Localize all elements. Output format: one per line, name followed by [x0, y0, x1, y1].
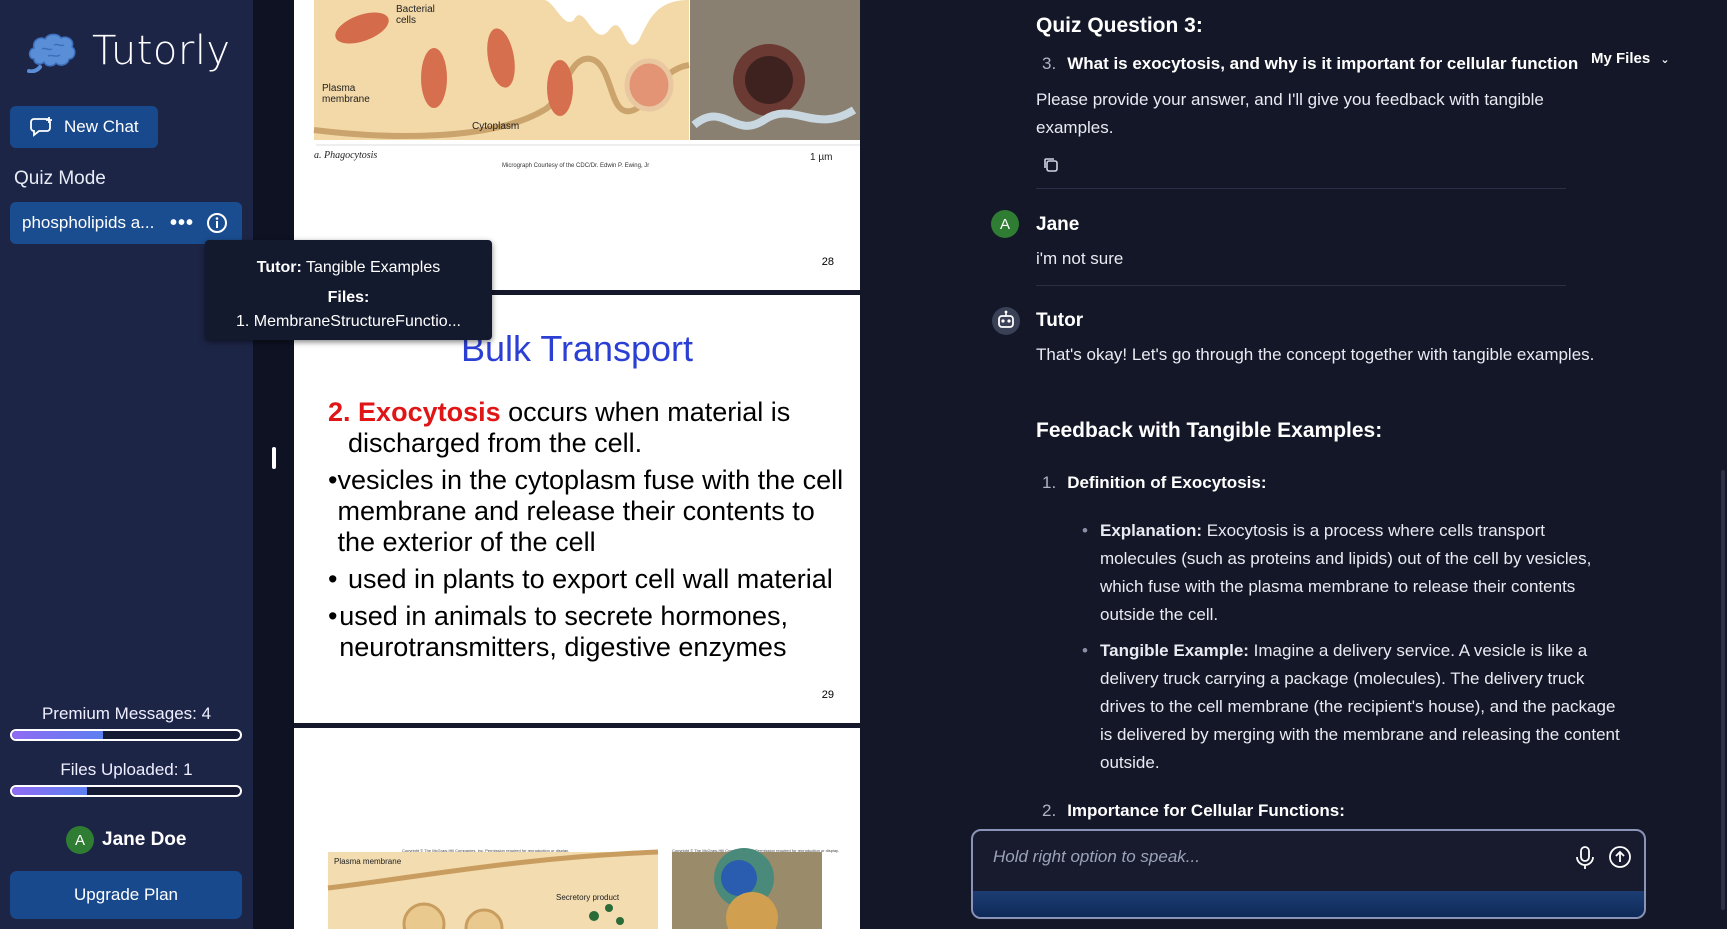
- send-icon[interactable]: [1608, 845, 1632, 869]
- figure-credit: Micrograph Courtesy of the CDC/Dr. Edwin…: [502, 163, 649, 169]
- example-label: Tangible Example:: [1100, 641, 1249, 660]
- item-number: 1.: [1042, 473, 1057, 492]
- my-files-dropdown[interactable]: My Files ⌄: [1591, 50, 1670, 67]
- user-avatar: A: [991, 210, 1019, 238]
- chevron-down-icon: ⌄: [1660, 54, 1670, 66]
- tooltip-tutor-value: Tangible Examples: [305, 259, 441, 276]
- chat-item-label: phospholipids a...: [22, 213, 155, 232]
- logo[interactable]: Tutorly: [26, 28, 231, 74]
- feedback-item-1: 1. Definition of Exocytosis:: [1042, 473, 1266, 493]
- more-options-icon[interactable]: •••: [170, 212, 194, 235]
- chat-item-phospholipids[interactable]: phospholipids a... •••: [10, 202, 242, 244]
- question-number: 3.: [1042, 54, 1057, 73]
- exocytosis-figure: Copyright © The McGraw-Hill Companies, I…: [327, 848, 839, 929]
- message-input[interactable]: Hold right option to speak...: [971, 829, 1646, 919]
- page-number: 28: [821, 256, 834, 268]
- files-uploaded-label: Files Uploaded: 1: [60, 760, 193, 779]
- chat-panel: Quiz Question 3: 3. What is exocytosis, …: [860, 0, 1727, 929]
- label-bacterial: Bacterial: [396, 4, 435, 15]
- new-chat-button[interactable]: New Chat: [10, 106, 158, 148]
- user-message-name: Jane: [1036, 214, 1080, 235]
- figure-caption: a. Phagocytosis: [314, 150, 377, 161]
- pdf-page-29: Bulk Transport 2. Exocytosis occurs when…: [294, 295, 860, 723]
- user-profile[interactable]: A Jane Doe: [66, 826, 186, 854]
- upgrade-plan-button[interactable]: Upgrade Plan: [10, 871, 242, 919]
- info-icon[interactable]: [206, 212, 228, 234]
- tooltip-tutor-label: Tutor:: [256, 259, 302, 276]
- chat-info-tooltip: Tutor: Tangible Examples Files: 1. Membr…: [205, 240, 492, 340]
- pdf-viewer[interactable]: Bacterial cells Plasma membrane Cytoplas…: [294, 0, 860, 929]
- label-membrane: membrane: [322, 94, 370, 105]
- new-chat-label: New Chat: [64, 117, 139, 136]
- scale-label: 1 µm: [810, 152, 832, 163]
- slide-bullet-1: vesicles in the cytoplasm fuse with the …: [337, 465, 844, 557]
- slide-bullet-3: used in animals to secrete hormones, neu…: [339, 601, 788, 662]
- voice-wave: [973, 891, 1644, 917]
- chat-scrollbar[interactable]: [1721, 470, 1725, 910]
- item-number: 2.: [1042, 801, 1057, 820]
- files-uploaded-progress: [10, 785, 242, 797]
- list-number: 2.: [328, 397, 351, 427]
- tutor-robot-icon: [992, 307, 1020, 335]
- item-title: Definition of Exocytosis:: [1067, 473, 1267, 492]
- label-cytoplasm: Cytoplasm: [472, 121, 519, 132]
- premium-messages-progress: [10, 729, 242, 741]
- sidebar: Tutorly New Chat Quiz Mode phospholipids…: [0, 0, 253, 929]
- slide-body: 2. Exocytosis occurs when material is di…: [328, 397, 848, 663]
- user-name: Jane Doe: [102, 829, 187, 850]
- section-title: Quiz Mode: [14, 168, 106, 189]
- explanation-bullet: • Explanation: Exocytosis is a process w…: [1082, 521, 1592, 624]
- phagocytosis-figure: Bacterial cells Plasma membrane Cytoplas…: [313, 0, 860, 169]
- label-secretory-product: Secretory product: [556, 893, 620, 902]
- question-text: What is exocytosis, and why is it import…: [1067, 54, 1579, 73]
- tutor-name: Tutor: [1036, 310, 1084, 331]
- explanation-label: Explanation:: [1100, 521, 1203, 540]
- brain-logo-icon: [27, 33, 76, 73]
- slide-line1: occurs when material is: [500, 397, 791, 427]
- label-plasma-membrane: Plasma membrane: [334, 857, 402, 866]
- microphone-icon[interactable]: [1574, 845, 1596, 871]
- quiz-question: 3. What is exocytosis, and why is it imp…: [1042, 54, 1578, 74]
- slide-line2: discharged from the cell.: [348, 428, 643, 458]
- quiz-prompt: Please provide your answer, and I'll giv…: [1036, 90, 1544, 137]
- label-plasma: Plasma: [322, 83, 356, 94]
- feedback-item-2: 2. Importance for Cellular Functions:: [1042, 801, 1345, 821]
- pdf-page-30: Copyright © The McGraw-Hill Companies, I…: [294, 728, 860, 929]
- user-message: i'm not sure: [1036, 249, 1124, 268]
- slide-bullet-2: used in plants to export cell wall mater…: [348, 564, 833, 594]
- page-number: 29: [821, 689, 834, 701]
- label-cells: cells: [396, 15, 416, 26]
- example-text: Imagine a delivery service. A vesicle is…: [1100, 641, 1620, 772]
- resize-handle[interactable]: [272, 447, 276, 469]
- item-title: Importance for Cellular Functions:: [1067, 801, 1345, 820]
- copy-icon[interactable]: [1042, 156, 1060, 174]
- app-name: Tutorly: [92, 28, 231, 74]
- quiz-title: Quiz Question 3:: [1036, 14, 1203, 37]
- avatar: A: [66, 826, 94, 854]
- term-exocytosis: Exocytosis: [358, 397, 501, 427]
- tooltip-file-1: 1. MembraneStructureFunctio...: [236, 313, 461, 330]
- premium-messages-label: Premium Messages: 4: [41, 704, 212, 723]
- new-chat-icon: [30, 117, 52, 137]
- feedback-heading: Feedback with Tangible Examples:: [1036, 419, 1383, 442]
- my-files-label: My Files: [1591, 50, 1651, 67]
- tutor-message: That's okay! Let's go through the concep…: [1036, 345, 1595, 364]
- tooltip-files-label: Files:: [327, 289, 370, 306]
- input-placeholder: Hold right option to speak...: [993, 847, 1200, 866]
- example-bullet: • Tangible Example: Imagine a delivery s…: [1082, 641, 1620, 772]
